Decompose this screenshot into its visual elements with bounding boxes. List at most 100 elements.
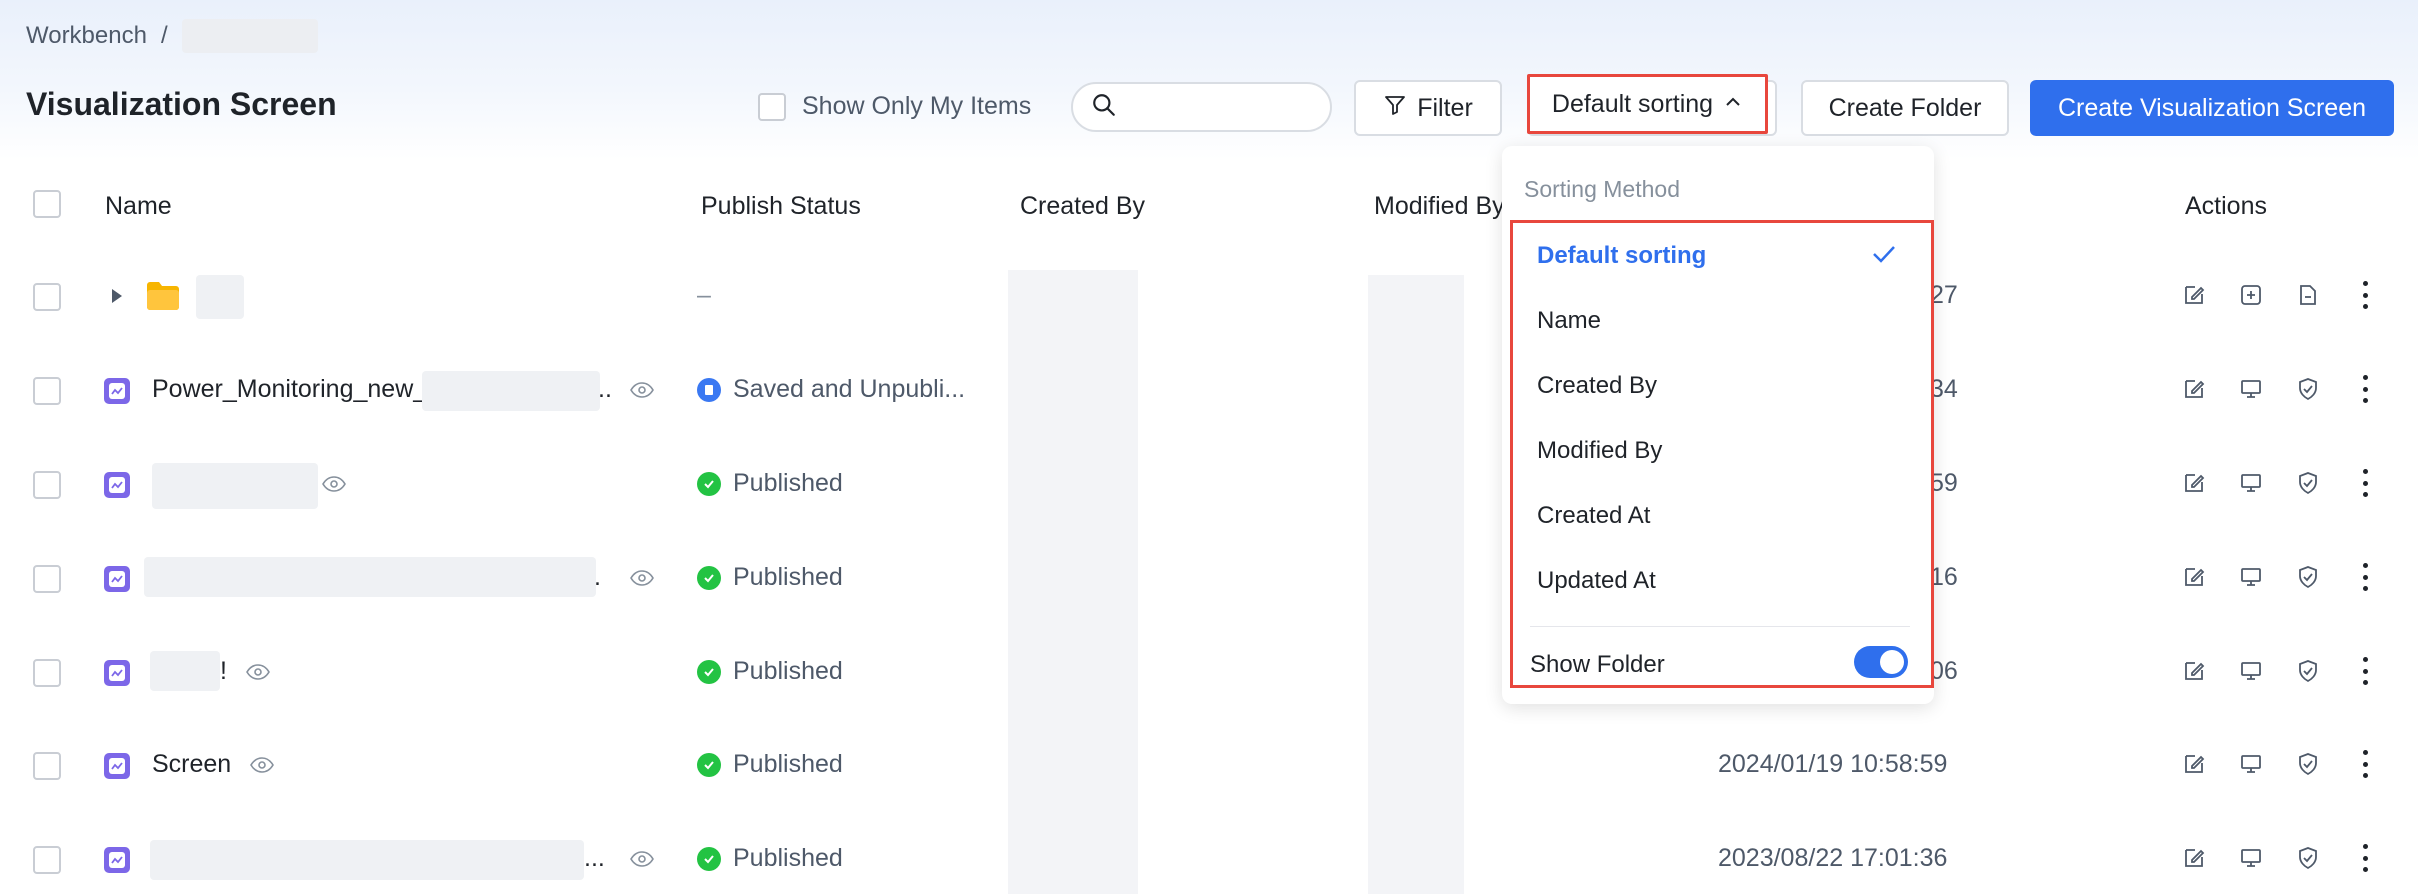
row-actions: [2182, 563, 2377, 591]
more-options-icon[interactable]: [2353, 281, 2377, 309]
row-checkbox[interactable]: [33, 471, 61, 499]
table-row[interactable]: – 27: [0, 251, 2418, 344]
row-actions: [2182, 281, 2377, 309]
edit-icon[interactable]: [2182, 846, 2206, 870]
monitor-icon[interactable]: [2239, 659, 2263, 683]
table-row[interactable]: Screen Published 2024/01/19 10:58:59: [0, 720, 2418, 813]
preview-eye-icon[interactable]: [630, 381, 654, 404]
sort-option-name[interactable]: Name: [1537, 307, 1601, 335]
sort-option-updated-at[interactable]: Updated At: [1537, 567, 1656, 595]
sort-option-default[interactable]: Default sorting: [1537, 242, 1706, 270]
sort-dropdown-heading: Sorting Method: [1524, 176, 1680, 202]
shield-check-icon[interactable]: [2296, 752, 2320, 776]
screen-icon: [104, 566, 130, 592]
publish-status-label: Published: [733, 750, 843, 778]
screen-icon: [104, 472, 130, 498]
edit-icon[interactable]: [2182, 471, 2206, 495]
table-row[interactable]: Published 59: [0, 439, 2418, 532]
updated-at-fragment: 34: [1930, 375, 1958, 403]
preview-eye-icon[interactable]: [630, 850, 654, 873]
table-row[interactable]: ! Published 06: [0, 627, 2418, 720]
edit-icon[interactable]: [2182, 659, 2206, 683]
search-input[interactable]: [1071, 82, 1332, 132]
expand-arrow-icon[interactable]: [110, 287, 124, 310]
published-check-icon: [697, 565, 721, 590]
check-icon: [1872, 244, 1896, 269]
row-checkbox[interactable]: [33, 377, 61, 405]
edit-icon[interactable]: [2182, 283, 2206, 307]
item-name[interactable]: Power_Monitoring_new_: [152, 375, 427, 404]
search-icon: [1091, 92, 1117, 123]
monitor-icon[interactable]: [2239, 471, 2263, 495]
table-row[interactable]: . Published 16: [0, 533, 2418, 626]
more-options-icon[interactable]: [2353, 469, 2377, 497]
shield-check-icon[interactable]: [2296, 846, 2320, 870]
publish-status: Saved and Unpubli...: [697, 375, 965, 404]
header-name[interactable]: Name: [105, 192, 172, 221]
item-name[interactable]: Screen: [152, 750, 231, 779]
create-visualization-screen-button[interactable]: Create Visualization Screen: [2030, 80, 2394, 136]
table-row[interactable]: ... Published 2023/08/22 17:01:36: [0, 814, 2418, 894]
table-row[interactable]: Power_Monitoring_new_ .. Saved and Unpub…: [0, 345, 2418, 438]
publish-status: Published: [697, 844, 843, 873]
select-all-checkbox[interactable]: [33, 190, 61, 218]
updated-at-fragment: 06: [1930, 657, 1958, 685]
shield-check-icon[interactable]: [2296, 565, 2320, 589]
row-checkbox[interactable]: [33, 565, 61, 593]
create-folder-button[interactable]: Create Folder: [1801, 80, 2009, 136]
preview-eye-icon[interactable]: [250, 756, 274, 779]
row-actions: [2182, 657, 2377, 685]
item-name-redacted: [422, 371, 600, 411]
row-actions: [2182, 375, 2377, 403]
publish-status: Published: [697, 563, 843, 592]
filter-label: Filter: [1417, 93, 1473, 122]
filter-button[interactable]: Filter: [1354, 80, 1502, 136]
shield-check-icon[interactable]: [2296, 659, 2320, 683]
add-icon[interactable]: [2239, 283, 2263, 307]
sort-option-created-by[interactable]: Created By: [1537, 372, 1657, 400]
dropdown-divider: [1530, 626, 1910, 627]
preview-eye-icon[interactable]: [322, 475, 346, 498]
edit-icon[interactable]: [2182, 377, 2206, 401]
more-options-icon[interactable]: [2353, 844, 2377, 872]
header-publish-status[interactable]: Publish Status: [701, 192, 861, 221]
row-checkbox[interactable]: [33, 752, 61, 780]
screen-icon: [104, 378, 130, 404]
show-only-mine-checkbox[interactable]: [758, 92, 786, 121]
monitor-icon[interactable]: [2239, 565, 2263, 589]
sort-option-modified-by[interactable]: Modified By: [1537, 437, 1662, 465]
more-options-icon[interactable]: [2353, 657, 2377, 685]
monitor-icon[interactable]: [2239, 846, 2263, 870]
preview-eye-icon[interactable]: [630, 569, 654, 592]
file-icon[interactable]: [2296, 283, 2320, 307]
more-options-icon[interactable]: [2353, 563, 2377, 591]
header-created-by[interactable]: Created By: [1020, 192, 1145, 221]
monitor-icon[interactable]: [2239, 377, 2263, 401]
row-checkbox[interactable]: [33, 283, 61, 311]
shield-check-icon[interactable]: [2296, 471, 2320, 495]
breadcrumb-separator: /: [160, 22, 168, 49]
breadcrumb-workbench-link[interactable]: Workbench: [26, 22, 147, 50]
screen-icon: [104, 660, 130, 686]
more-options-icon[interactable]: [2353, 375, 2377, 403]
edit-icon[interactable]: [2182, 565, 2206, 589]
show-only-mine-toggle[interactable]: Show Only My Items: [758, 92, 1031, 121]
edit-icon[interactable]: [2182, 752, 2206, 776]
updated-at-fragment: 27: [1930, 281, 1958, 309]
updated-at-fragment: 16: [1930, 563, 1958, 591]
row-checkbox[interactable]: [33, 846, 61, 874]
preview-eye-icon[interactable]: [246, 663, 270, 686]
published-check-icon: [697, 471, 721, 496]
more-options-icon[interactable]: [2353, 750, 2377, 778]
updated-at: 2024/01/19 10:58:59: [1718, 750, 1948, 778]
header-modified-by[interactable]: Modified By: [1374, 192, 1505, 221]
publish-status-label: Published: [733, 563, 843, 591]
sort-option-created-at[interactable]: Created At: [1537, 502, 1650, 530]
monitor-icon[interactable]: [2239, 752, 2263, 776]
publish-status: –: [697, 281, 711, 309]
row-actions: [2182, 469, 2377, 497]
shield-check-icon[interactable]: [2296, 377, 2320, 401]
row-checkbox[interactable]: [33, 659, 61, 687]
show-folder-toggle[interactable]: [1854, 646, 1908, 678]
sort-button[interactable]: Default sorting: [1527, 74, 1768, 134]
